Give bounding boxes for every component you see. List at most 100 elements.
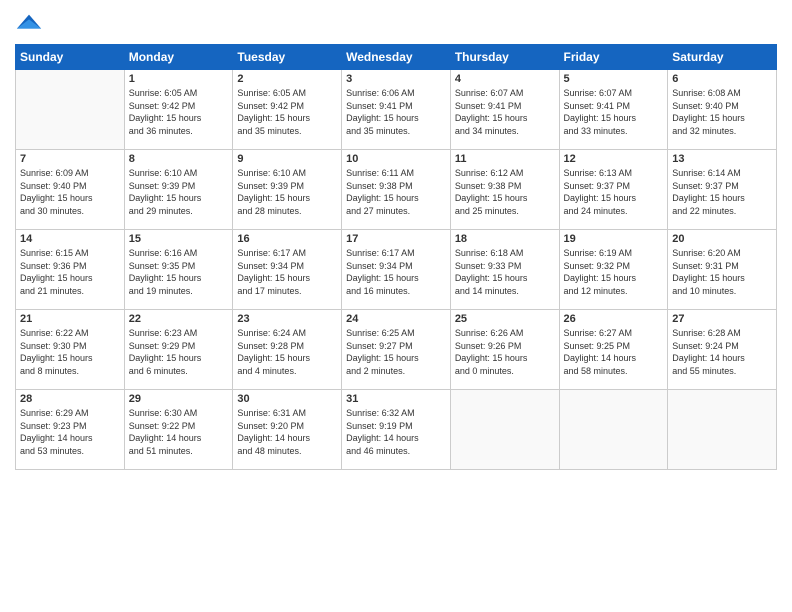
page-container: SundayMondayTuesdayWednesdayThursdayFrid… — [0, 0, 792, 480]
day-info: Sunrise: 6:23 AM Sunset: 9:29 PM Dayligh… — [129, 327, 229, 377]
day-number: 13 — [672, 153, 772, 165]
calendar-table: SundayMondayTuesdayWednesdayThursdayFrid… — [15, 44, 777, 470]
calendar-day-cell: 10 Sunrise: 6:11 AM Sunset: 9:38 PM Dayli… — [342, 150, 451, 230]
calendar-day-cell: 30Sunrise: 6:31 AM Sunset: 9:20 PM Dayli… — [233, 390, 342, 470]
day-number: 2 — [237, 73, 337, 85]
calendar-header-cell: Sunday — [16, 45, 125, 70]
calendar-day-cell: 2 Sunrise: 6:05 AM Sunset: 9:42 PM Daylig… — [233, 70, 342, 150]
day-info: Sunrise: 6:19 AM Sunset: 9:32 PM Dayligh… — [564, 247, 664, 297]
calendar-day-cell: 6Sunrise: 6:08 AM Sunset: 9:40 PM Daylig… — [668, 70, 777, 150]
calendar-header-cell: Friday — [559, 45, 668, 70]
day-info: Sunrise: 6:15 AM Sunset: 9:36 PM Dayligh… — [20, 247, 120, 297]
day-number: 21 — [20, 313, 120, 325]
day-number: 24 — [346, 313, 446, 325]
day-info: Sunrise: 6:17 AM Sunset: 9:34 PM Dayligh… — [346, 247, 446, 297]
day-info: Sunrise: 6:20 AM Sunset: 9:31 PM Dayligh… — [672, 247, 772, 297]
day-number: 17 — [346, 233, 446, 245]
day-number: 16 — [237, 233, 337, 245]
day-number: 4 — [455, 73, 555, 85]
day-info: Sunrise: 6:14 AM Sunset: 9:37 PM Dayligh… — [672, 167, 772, 217]
calendar-day-cell: 26 Sunrise: 6:27 AM Sunset: 9:25 PM Dayli… — [559, 310, 668, 390]
calendar-day-cell — [668, 390, 777, 470]
calendar-day-cell — [450, 390, 559, 470]
calendar-day-cell: 4Sunrise: 6:07 AM Sunset: 9:41 PM Daylig… — [450, 70, 559, 150]
calendar-day-cell: 29Sunrise: 6:30 AM Sunset: 9:22 PM Dayli… — [124, 390, 233, 470]
calendar-day-cell: 15 Sunrise: 6:16 AM Sunset: 9:35 PM Dayli… — [124, 230, 233, 310]
day-info: Sunrise: 6:26 AM Sunset: 9:26 PM Dayligh… — [455, 327, 555, 377]
calendar-day-cell: 1Sunrise: 6:05 AM Sunset: 9:42 PM Daylig… — [124, 70, 233, 150]
day-info: Sunrise: 6:11 AM Sunset: 9:38 PM Dayligh… — [346, 167, 446, 217]
calendar-header-row: SundayMondayTuesdayWednesdayThursdayFrid… — [16, 45, 777, 70]
day-info: Sunrise: 6:05 AM Sunset: 9:42 PM Dayligh… — [129, 87, 229, 137]
calendar-day-cell: 11 Sunrise: 6:12 AM Sunset: 9:38 PM Dayli… — [450, 150, 559, 230]
day-info: Sunrise: 6:05 AM Sunset: 9:42 PM Dayligh… — [237, 87, 337, 137]
day-number: 9 — [237, 153, 337, 165]
day-number: 27 — [672, 313, 772, 325]
day-info: Sunrise: 6:30 AM Sunset: 9:22 PM Dayligh… — [129, 407, 229, 457]
calendar-header-cell: Saturday — [668, 45, 777, 70]
calendar-day-cell: 8 Sunrise: 6:10 AM Sunset: 9:39 PM Daylig… — [124, 150, 233, 230]
calendar-week-row: 21 Sunrise: 6:22 AM Sunset: 9:30 PM Dayli… — [16, 310, 777, 390]
calendar-day-cell: 23 Sunrise: 6:24 AM Sunset: 9:28 PM Dayli… — [233, 310, 342, 390]
calendar-week-row: 14 Sunrise: 6:15 AM Sunset: 9:36 PM Dayli… — [16, 230, 777, 310]
day-number: 7 — [20, 153, 120, 165]
day-info: Sunrise: 6:06 AM Sunset: 9:41 PM Dayligh… — [346, 87, 446, 137]
calendar-week-row: 1Sunrise: 6:05 AM Sunset: 9:42 PM Daylig… — [16, 70, 777, 150]
day-number: 11 — [455, 153, 555, 165]
calendar-day-cell: 21 Sunrise: 6:22 AM Sunset: 9:30 PM Dayli… — [16, 310, 125, 390]
calendar-day-cell: 17 Sunrise: 6:17 AM Sunset: 9:34 PM Dayli… — [342, 230, 451, 310]
day-number: 14 — [20, 233, 120, 245]
day-info: Sunrise: 6:32 AM Sunset: 9:19 PM Dayligh… — [346, 407, 446, 457]
day-number: 12 — [564, 153, 664, 165]
header — [15, 10, 777, 38]
calendar-week-row: 28Sunrise: 6:29 AM Sunset: 9:23 PM Dayli… — [16, 390, 777, 470]
calendar-header-cell: Thursday — [450, 45, 559, 70]
day-number: 25 — [455, 313, 555, 325]
calendar-day-cell — [16, 70, 125, 150]
calendar-week-row: 7 Sunrise: 6:09 AM Sunset: 9:40 PM Daylig… — [16, 150, 777, 230]
calendar-day-cell: 3Sunrise: 6:06 AM Sunset: 9:41 PM Daylig… — [342, 70, 451, 150]
day-info: Sunrise: 6:27 AM Sunset: 9:25 PM Dayligh… — [564, 327, 664, 377]
calendar-day-cell — [559, 390, 668, 470]
day-info: Sunrise: 6:18 AM Sunset: 9:33 PM Dayligh… — [455, 247, 555, 297]
calendar-day-cell: 19 Sunrise: 6:19 AM Sunset: 9:32 PM Dayli… — [559, 230, 668, 310]
calendar-day-cell: 7 Sunrise: 6:09 AM Sunset: 9:40 PM Daylig… — [16, 150, 125, 230]
calendar-header-cell: Tuesday — [233, 45, 342, 70]
calendar-day-cell: 12 Sunrise: 6:13 AM Sunset: 9:37 PM Dayli… — [559, 150, 668, 230]
calendar-header-cell: Monday — [124, 45, 233, 70]
calendar-day-cell: 28Sunrise: 6:29 AM Sunset: 9:23 PM Dayli… — [16, 390, 125, 470]
day-info: Sunrise: 6:13 AM Sunset: 9:37 PM Dayligh… — [564, 167, 664, 217]
day-number: 5 — [564, 73, 664, 85]
day-info: Sunrise: 6:10 AM Sunset: 9:39 PM Dayligh… — [129, 167, 229, 217]
day-number: 10 — [346, 153, 446, 165]
day-info: Sunrise: 6:17 AM Sunset: 9:34 PM Dayligh… — [237, 247, 337, 297]
day-info: Sunrise: 6:09 AM Sunset: 9:40 PM Dayligh… — [20, 167, 120, 217]
calendar-day-cell: 22 Sunrise: 6:23 AM Sunset: 9:29 PM Dayli… — [124, 310, 233, 390]
logo-icon — [15, 10, 43, 38]
day-number: 19 — [564, 233, 664, 245]
day-info: Sunrise: 6:29 AM Sunset: 9:23 PM Dayligh… — [20, 407, 120, 457]
day-number: 15 — [129, 233, 229, 245]
day-info: Sunrise: 6:24 AM Sunset: 9:28 PM Dayligh… — [237, 327, 337, 377]
calendar-day-cell: 24Sunrise: 6:25 AM Sunset: 9:27 PM Dayli… — [342, 310, 451, 390]
calendar-header-cell: Wednesday — [342, 45, 451, 70]
calendar-day-cell: 14 Sunrise: 6:15 AM Sunset: 9:36 PM Dayli… — [16, 230, 125, 310]
calendar-day-cell: 18 Sunrise: 6:18 AM Sunset: 9:33 PM Dayli… — [450, 230, 559, 310]
calendar-day-cell: 9 Sunrise: 6:10 AM Sunset: 9:39 PM Daylig… — [233, 150, 342, 230]
day-number: 18 — [455, 233, 555, 245]
calendar-day-cell: 31Sunrise: 6:32 AM Sunset: 9:19 PM Dayli… — [342, 390, 451, 470]
calendar-day-cell: 13 Sunrise: 6:14 AM Sunset: 9:37 PM Dayli… — [668, 150, 777, 230]
day-number: 26 — [564, 313, 664, 325]
day-number: 22 — [129, 313, 229, 325]
day-info: Sunrise: 6:12 AM Sunset: 9:38 PM Dayligh… — [455, 167, 555, 217]
day-info: Sunrise: 6:07 AM Sunset: 9:41 PM Dayligh… — [564, 87, 664, 137]
day-info: Sunrise: 6:16 AM Sunset: 9:35 PM Dayligh… — [129, 247, 229, 297]
calendar-day-cell: 25 Sunrise: 6:26 AM Sunset: 9:26 PM Dayli… — [450, 310, 559, 390]
day-number: 23 — [237, 313, 337, 325]
day-info: Sunrise: 6:31 AM Sunset: 9:20 PM Dayligh… — [237, 407, 337, 457]
day-info: Sunrise: 6:10 AM Sunset: 9:39 PM Dayligh… — [237, 167, 337, 217]
day-info: Sunrise: 6:22 AM Sunset: 9:30 PM Dayligh… — [20, 327, 120, 377]
day-number: 6 — [672, 73, 772, 85]
calendar-day-cell: 27Sunrise: 6:28 AM Sunset: 9:24 PM Dayli… — [668, 310, 777, 390]
day-number: 8 — [129, 153, 229, 165]
